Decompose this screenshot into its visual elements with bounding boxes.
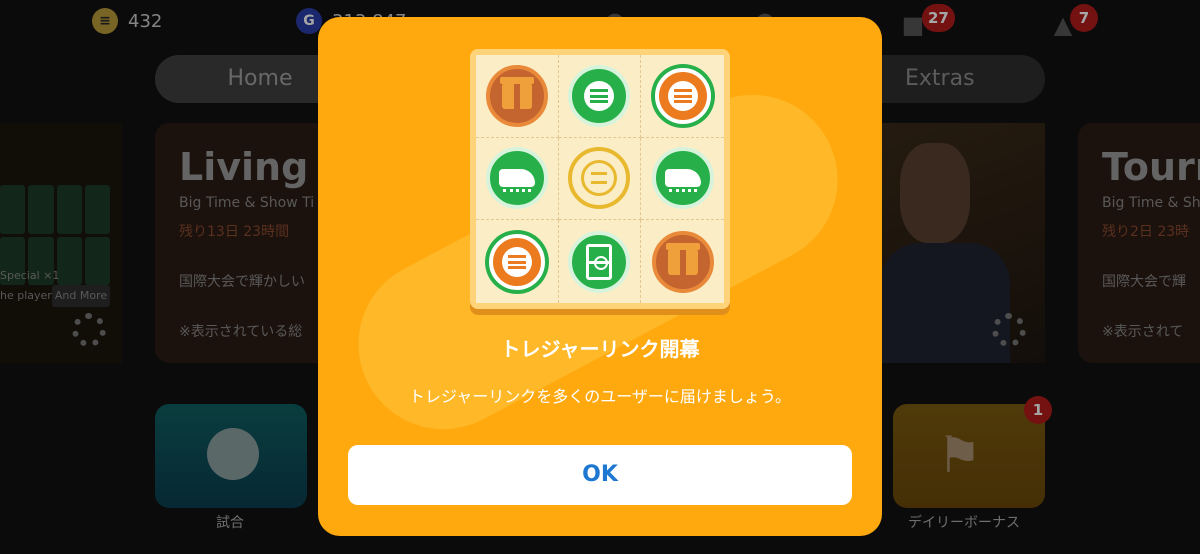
efootball-coin-icon <box>654 67 711 124</box>
dialog-description: トレジャーリンクを多くのユーザーに届けましょう。 <box>409 387 791 406</box>
efootball-coin-icon <box>488 233 545 290</box>
boot-icon <box>485 147 548 210</box>
treasure-board <box>470 49 730 309</box>
pitch-icon <box>568 230 631 293</box>
efootball-coin-icon <box>568 147 631 210</box>
treasure-link-dialog: トレジャーリンク開幕 トレジャーリンクを多くのユーザーに届けましょう。 OK <box>318 17 882 536</box>
efootball-coin-icon <box>568 64 631 127</box>
ok-button[interactable]: OK <box>348 445 852 505</box>
boot-icon <box>651 147 714 210</box>
dialog-title: トレジャーリンク開幕 <box>500 337 700 361</box>
gift-icon <box>485 64 548 127</box>
gift-icon <box>651 230 714 293</box>
